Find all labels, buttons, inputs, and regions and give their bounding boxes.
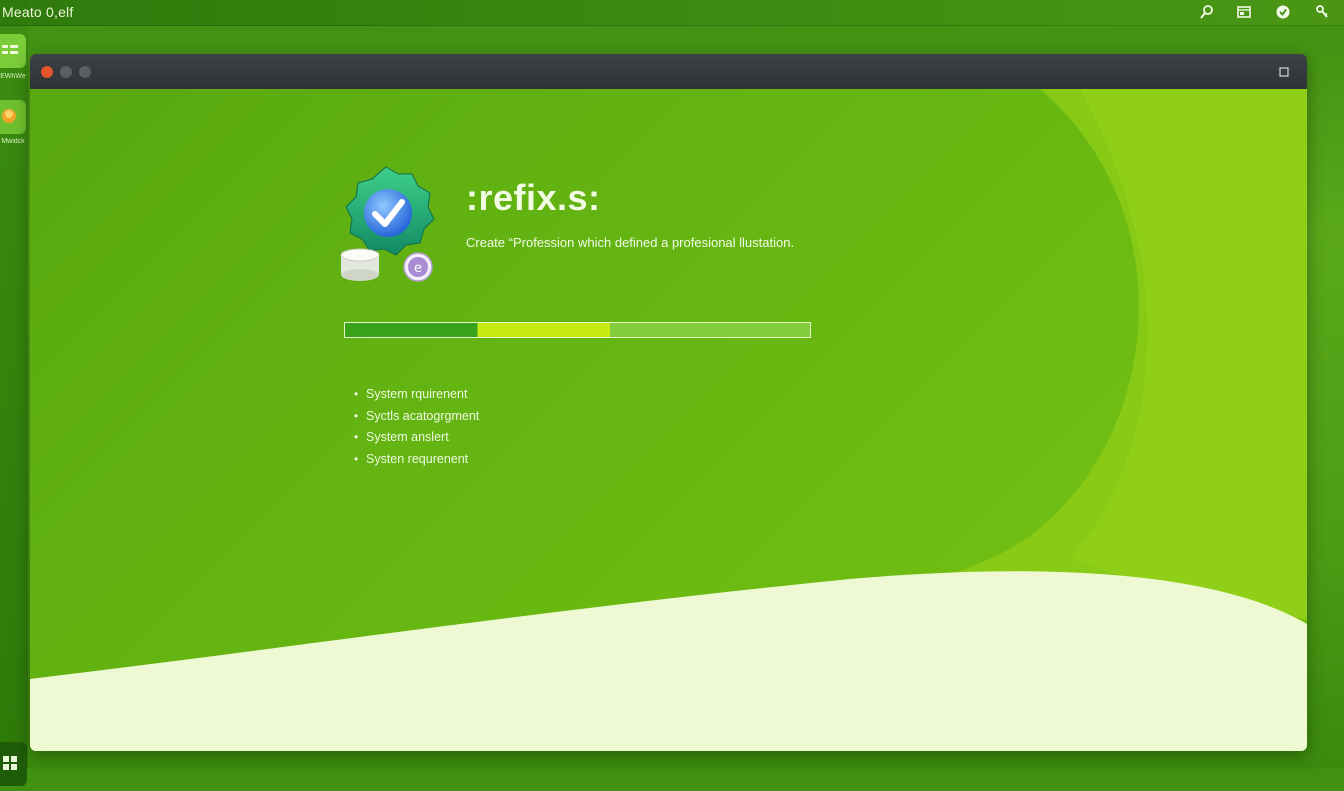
system-title: Meato 0,elf	[2, 4, 74, 20]
system-top-bar: Meato 0,elf	[0, 0, 1344, 26]
bullet-icon: •	[354, 387, 359, 401]
dock-app-2[interactable]	[0, 100, 26, 134]
maximize-icon[interactable]	[1276, 64, 1292, 80]
grid-list-icon	[2, 45, 18, 54]
svg-text:e: e	[414, 261, 422, 276]
dock-app-1-label: EWhWe	[0, 73, 26, 80]
list-item: • Systen requrenent	[352, 449, 479, 471]
close-dot[interactable]	[41, 66, 53, 78]
basket-icon	[2, 109, 16, 123]
bullet-icon: •	[354, 408, 359, 423]
list-item: • System anslert	[352, 427, 479, 449]
install-progress-bar	[344, 322, 811, 338]
window-titlebar[interactable]	[30, 54, 1307, 89]
start-button[interactable]	[0, 742, 27, 786]
app-tagline: Create “Profession which defined a profe…	[466, 235, 795, 250]
dock-app-1[interactable]	[0, 34, 26, 68]
start-grid-icon	[3, 756, 17, 770]
bullet-icon: •	[354, 452, 359, 467]
installer-window: e :refix.s: Create “Profession which def…	[30, 54, 1307, 751]
maximize-dot[interactable]	[79, 66, 91, 78]
list-item: • System rquirenent	[352, 384, 479, 406]
window-content: e :refix.s: Create “Profession which def…	[30, 89, 1307, 751]
install-progress-fill	[345, 323, 611, 337]
list-item: • Syctls acatogrgment	[352, 406, 479, 428]
app-name: :refix.s:	[466, 177, 601, 218]
shield-icon[interactable]	[1275, 4, 1291, 20]
key-icon[interactable]	[1314, 4, 1330, 20]
app-dock: EWhWe Mwidck	[0, 26, 28, 786]
dock-app-2-label: Mwidck	[1, 138, 25, 145]
minimize-dot[interactable]	[60, 66, 72, 78]
close-icon[interactable]	[1304, 64, 1307, 80]
window-icon[interactable]	[1236, 4, 1252, 20]
search-icon[interactable]	[1199, 4, 1215, 20]
requirements-list: • System rquirenent • Syctls acatogrgment …	[352, 384, 479, 471]
app-logo: e	[340, 166, 435, 282]
bullet-icon: •	[354, 430, 359, 445]
background-shapes	[30, 89, 1307, 751]
